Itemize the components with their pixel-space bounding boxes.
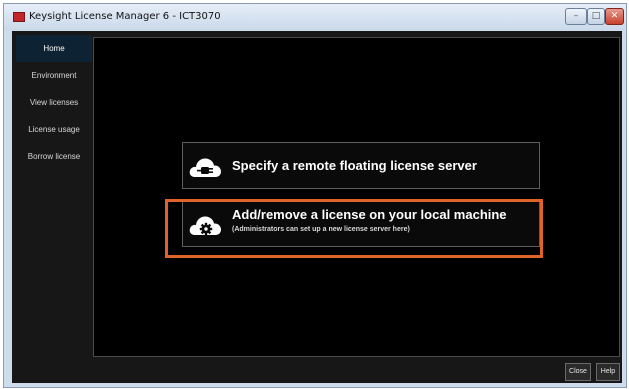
- window-title: Keysight License Manager 6 - ICT3070: [29, 11, 221, 22]
- main-content-panel: Specify a remote floating license server…: [93, 37, 620, 357]
- cloud-plug-icon: [189, 158, 221, 177]
- minimize-button[interactable]: –: [565, 8, 587, 25]
- window-close-button[interactable]: ✕: [605, 8, 624, 25]
- remote-option-title: Specify a remote floating license server: [232, 158, 477, 173]
- local-license-option[interactable]: Add/remove a license on your local machi…: [182, 200, 540, 247]
- app-logo-icon: [13, 12, 25, 22]
- client-area: Home Environment View licenses License u…: [12, 31, 622, 383]
- sidebar-item-borrow-license[interactable]: Borrow license: [16, 143, 92, 170]
- license-manager-window: Keysight License Manager 6 - ICT3070 – □…: [3, 3, 627, 388]
- sidebar-item-view-licenses[interactable]: View licenses: [16, 89, 92, 116]
- cloud-gear-icon: [189, 216, 221, 236]
- remote-license-server-option[interactable]: Specify a remote floating license server: [182, 142, 540, 189]
- title-bar[interactable]: Keysight License Manager 6 - ICT3070 – □…: [4, 4, 626, 30]
- sidebar-nav: Home Environment View licenses License u…: [16, 35, 92, 170]
- local-option-title: Add/remove a license on your local machi…: [232, 207, 507, 222]
- local-option-subtitle: (Administrators can set up a new license…: [232, 226, 410, 233]
- sidebar-item-license-usage[interactable]: License usage: [16, 116, 92, 143]
- sidebar-item-home[interactable]: Home: [16, 35, 92, 62]
- close-button[interactable]: Close: [565, 363, 591, 381]
- maximize-button[interactable]: □: [587, 8, 605, 25]
- sidebar-item-environment[interactable]: Environment: [16, 62, 92, 89]
- help-button[interactable]: Help: [596, 363, 620, 381]
